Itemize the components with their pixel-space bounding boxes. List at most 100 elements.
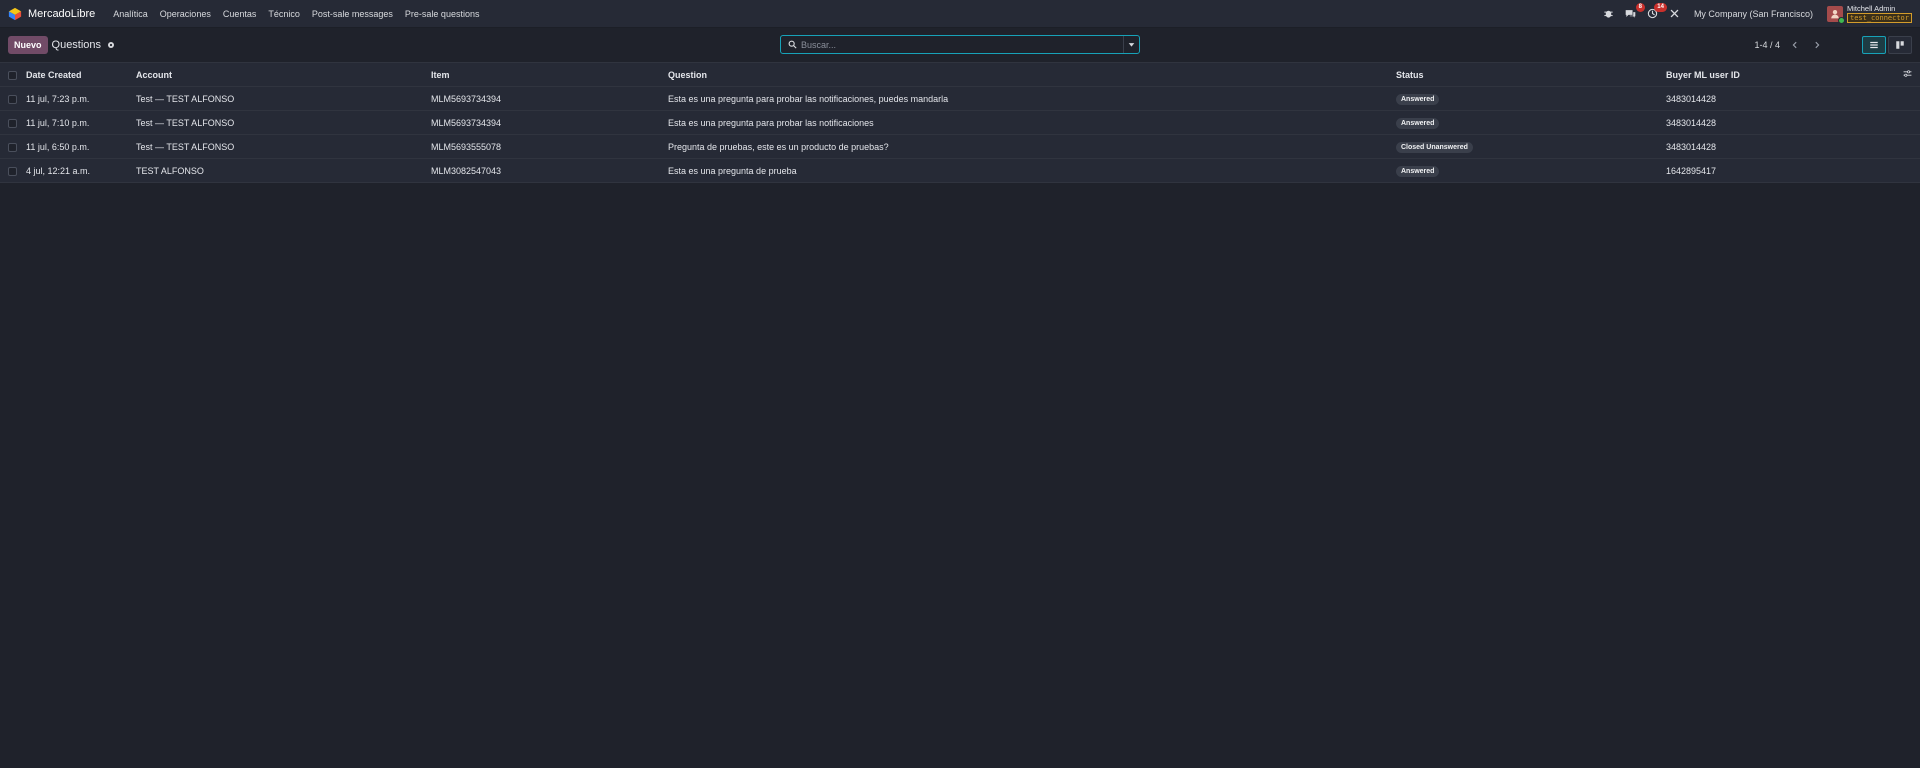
company-switcher[interactable]: My Company (San Francisco)	[1694, 9, 1813, 19]
user-menu[interactable]: Mitchell Admin test_connector	[1826, 3, 1912, 24]
menu-item-tecnico[interactable]: Técnico	[262, 9, 306, 19]
menu-item-analitica[interactable]: Analítica	[107, 9, 154, 19]
column-header-status[interactable]: Status	[1392, 63, 1662, 87]
cell-date-created: 11 jul, 7:23 p.m.	[26, 93, 90, 104]
cell-date-created: 11 jul, 7:10 p.m.	[26, 117, 90, 128]
cell-item: MLM3082547043	[431, 165, 502, 176]
page-title: Questions	[51, 39, 102, 51]
table-row[interactable]: 11 jul, 6:50 p.m. Test — TEST ALFONSO ML…	[0, 134, 1920, 159]
search-icon	[785, 40, 799, 49]
menu-item-operaciones[interactable]: Operaciones	[154, 9, 217, 19]
row-select-cell	[0, 135, 22, 159]
row-checkbox[interactable]	[8, 118, 17, 128]
app-logo-icon	[8, 7, 22, 20]
debug-bug-icon[interactable]	[1602, 7, 1616, 21]
kanban-view-button[interactable]	[1888, 36, 1912, 54]
list-view-button[interactable]	[1862, 36, 1886, 54]
search-options-toggle[interactable]	[1123, 36, 1139, 53]
status-badge: Answered	[1396, 165, 1440, 177]
status-badge: Closed Unanswered	[1396, 141, 1473, 153]
cell-buyer-id: 3483014428	[1666, 93, 1717, 104]
cell-account: Test — TEST ALFONSO	[136, 93, 235, 104]
optional-columns-cell	[1890, 63, 1920, 87]
status-badge: Answered	[1396, 117, 1440, 129]
caret-down-icon	[1128, 43, 1135, 47]
row-select-cell	[0, 87, 22, 111]
table-row[interactable]: 4 jul, 12:21 a.m. TEST ALFONSO MLM308254…	[0, 158, 1920, 183]
select-all-cell	[0, 63, 22, 87]
top-navbar: MercadoLibre Analítica Operaciones Cuent…	[0, 0, 1920, 28]
cell-empty	[1890, 87, 1920, 111]
cell-item: MLM5693734394	[431, 93, 502, 104]
main-menu: Analítica Operaciones Cuentas Técnico Po…	[107, 9, 485, 19]
cell-account: Test — TEST ALFONSO	[136, 141, 235, 152]
pager-previous-button[interactable]	[1788, 38, 1802, 52]
menu-item-post-sale-messages[interactable]: Post-sale messages	[306, 9, 399, 19]
navbar-systray: 8 14 My Company (San Francisco) Mitchell…	[1602, 0, 1912, 27]
view-switcher	[1862, 36, 1912, 54]
kanban-view-icon	[1896, 41, 1904, 49]
search-input[interactable]	[799, 39, 1123, 50]
user-info: Mitchell Admin test_connector	[1846, 3, 1912, 23]
table-row[interactable]: 11 jul, 7:23 p.m. Test — TEST ALFONSO ML…	[0, 86, 1920, 111]
row-checkbox[interactable]	[8, 94, 17, 104]
column-header-buyer-ml-user-id[interactable]: Buyer ML user ID	[1662, 63, 1890, 87]
avatar	[1826, 5, 1845, 24]
cell-question: Pregunta de pruebas, este es un producto…	[668, 141, 889, 152]
cell-status: Answered	[1392, 87, 1662, 111]
pager-next-button[interactable]	[1810, 38, 1824, 52]
cell-item: MLM5693734394	[431, 117, 502, 128]
menu-item-pre-sale-questions[interactable]: Pre-sale questions	[399, 9, 486, 19]
activity-clock-icon[interactable]: 14	[1646, 2, 1667, 21]
activity-badge: 14	[1654, 2, 1667, 12]
list-view-icon	[1870, 41, 1878, 49]
chevron-right-icon	[1815, 41, 1820, 49]
row-checkbox[interactable]	[8, 166, 17, 176]
row-checkbox[interactable]	[8, 142, 17, 152]
cell-buyer-id: 1642895417	[1666, 165, 1717, 176]
control-panel: Nuevo Questions 1-4 / 4	[0, 28, 1920, 62]
brand[interactable]: MercadoLibre	[8, 7, 95, 21]
menu-item-cuentas[interactable]: Cuentas	[217, 9, 263, 19]
cell-item: MLM5693555078	[431, 141, 502, 152]
questions-table: Date Created Account Item Question Statu…	[0, 62, 1920, 183]
cell-buyer-id: 3483014428	[1666, 117, 1717, 128]
status-badge: Answered	[1396, 93, 1440, 105]
table-header-row: Date Created Account Item Question Statu…	[0, 62, 1920, 87]
cell-question: Esta es una pregunta para probar las not…	[668, 117, 874, 128]
row-select-cell	[0, 159, 22, 183]
search-bar	[780, 35, 1140, 54]
table-row[interactable]: 11 jul, 7:10 p.m. Test — TEST ALFONSO ML…	[0, 110, 1920, 135]
cell-question: Esta es una pregunta de prueba	[668, 165, 797, 176]
gear-icon[interactable]	[107, 41, 115, 49]
cell-account: TEST ALFONSO	[136, 165, 204, 176]
pager-value[interactable]: 1-4 / 4	[1754, 40, 1780, 50]
column-header-question[interactable]: Question	[664, 63, 1392, 87]
cell-empty	[1890, 111, 1920, 135]
select-all-checkbox[interactable]	[8, 70, 17, 80]
cell-empty	[1890, 159, 1920, 183]
brand-name: MercadoLibre	[28, 7, 96, 20]
pager: 1-4 / 4	[1754, 38, 1824, 52]
cell-buyer-id: 3483014428	[1666, 141, 1717, 152]
tools-icon[interactable]	[1668, 7, 1682, 21]
column-header-account[interactable]: Account	[132, 63, 427, 87]
cell-date-created: 4 jul, 12:21 a.m.	[26, 165, 91, 176]
cell-status: Answered	[1392, 111, 1662, 135]
user-name: Mitchell Admin	[1846, 3, 1896, 13]
cell-status: Closed Unanswered	[1392, 135, 1662, 159]
database-name: test_connector	[1846, 12, 1912, 23]
column-header-item[interactable]: Item	[427, 63, 664, 87]
new-button[interactable]: Nuevo	[8, 36, 48, 54]
messages-badge: 8	[1635, 2, 1645, 12]
row-select-cell	[0, 111, 22, 135]
cell-status: Answered	[1392, 159, 1662, 183]
column-header-date-created[interactable]: Date Created	[22, 63, 132, 87]
cell-empty	[1890, 135, 1920, 159]
cell-date-created: 11 jul, 6:50 p.m.	[26, 141, 90, 152]
user-avatar-icon	[1831, 9, 1839, 18]
optional-columns-sliders-icon[interactable]	[1903, 69, 1912, 78]
cell-account: Test — TEST ALFONSO	[136, 117, 235, 128]
chevron-left-icon	[1792, 41, 1797, 49]
messages-icon[interactable]: 8	[1624, 2, 1645, 21]
